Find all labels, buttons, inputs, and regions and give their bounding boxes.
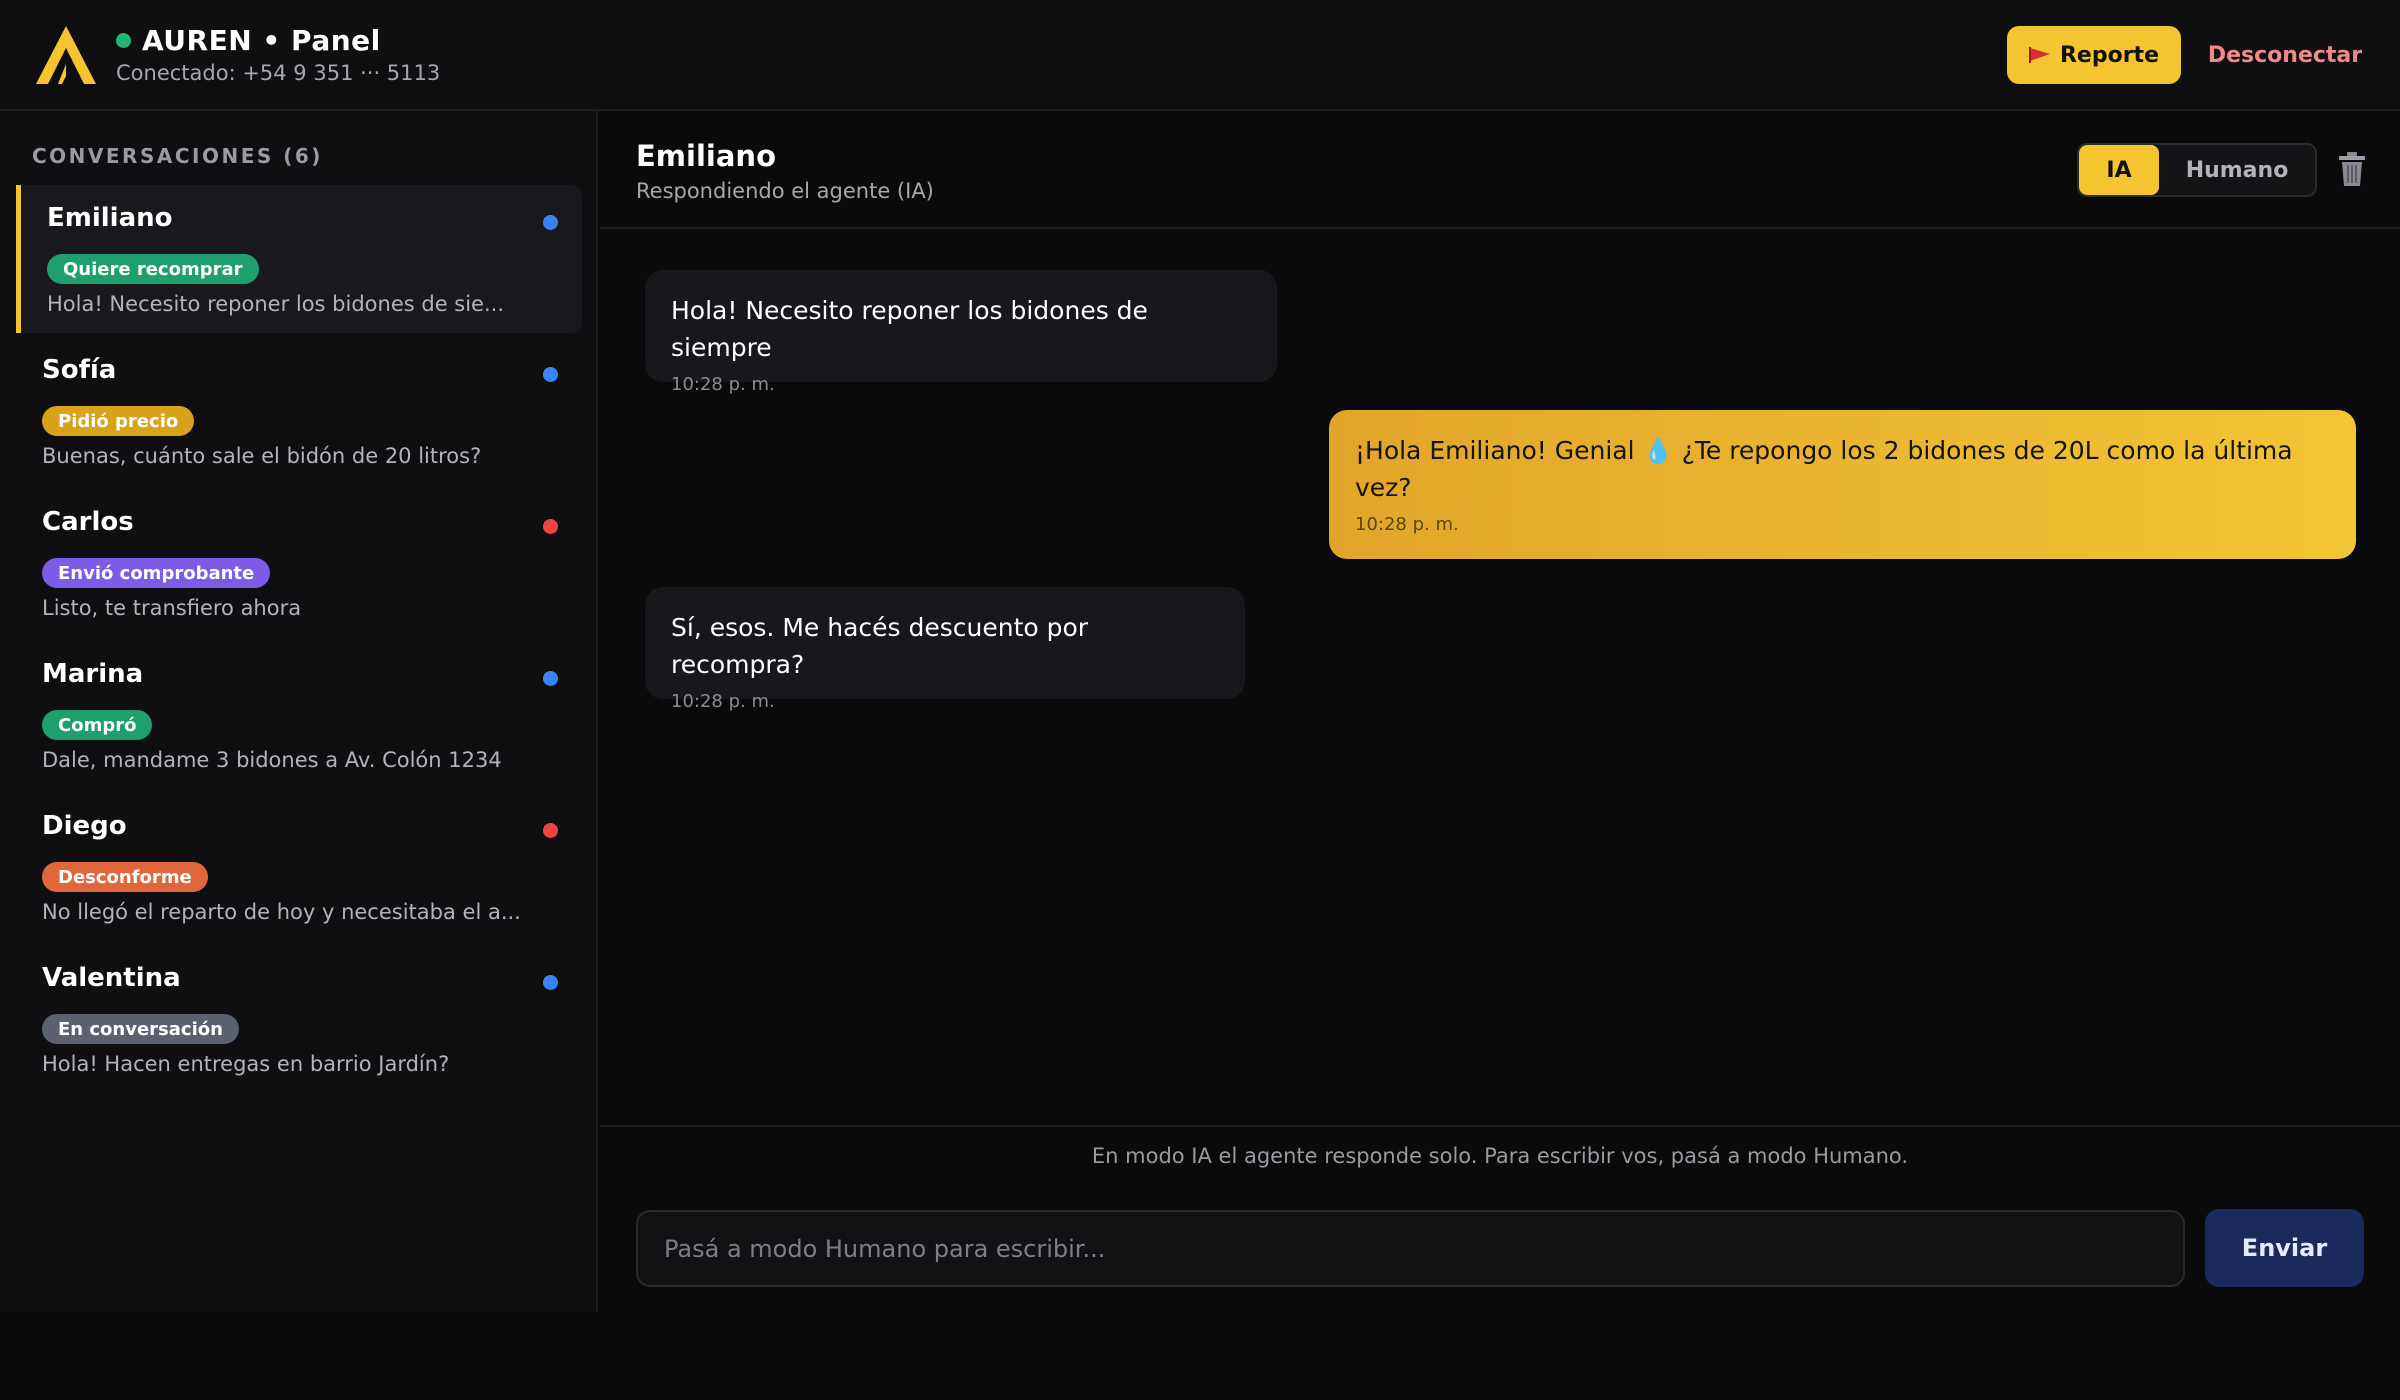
unread-dot: [543, 367, 558, 382]
conversation-tag: Compró: [42, 710, 153, 740]
report-button-label: Reporte: [2059, 42, 2159, 68]
conversation-preview: Dale, mandame 3 bidones a Av. Colón 1234: [42, 748, 502, 772]
mode-human-button[interactable]: Humano: [2159, 145, 2315, 195]
conversation-preview: Hola! Hacen entregas en barrio Jardín?: [42, 1052, 450, 1076]
conversation-item-carlos[interactable]: Carlos Envió comprobante Listo, te trans…: [16, 489, 582, 637]
conversation-name: Marina: [42, 659, 144, 689]
unread-dot: [543, 519, 558, 534]
conversation-tag: En conversación: [42, 1014, 239, 1044]
conversation-preview: Listo, te transfiero ahora: [42, 596, 302, 620]
conversation-item-valentina[interactable]: Valentina En conversación Hola! Hacen en…: [16, 945, 582, 1093]
logout-button[interactable]: Desconectar: [2200, 36, 2370, 74]
mode-toggle: IA Humano: [2077, 143, 2317, 197]
send-button[interactable]: Enviar: [2205, 1209, 2364, 1287]
connection-status: Conectado: +54 9 351 ··· 5113: [116, 61, 441, 85]
message-time: 10:28 p. m.: [1355, 514, 1459, 535]
online-status-dot: [116, 32, 131, 48]
conversation-tag: Pidió precio: [42, 406, 195, 436]
chat-status: Respondiendo el agente (IA): [636, 179, 934, 203]
conversation-name: Emiliano: [47, 203, 173, 233]
unread-dot: [543, 975, 558, 990]
mode-ia-button[interactable]: IA: [2079, 145, 2159, 195]
message-bubble-outgoing: ¡Hola Emiliano! Genial 💧 ¿Te repongo los…: [1329, 410, 2356, 559]
message-bubble-incoming: Hola! Necesito reponer los bidones de si…: [645, 270, 1277, 395]
conversation-name: Diego: [42, 811, 127, 841]
report-button[interactable]: Reporte: [2007, 26, 2181, 84]
message-bubble-incoming: Sí, esos. Me hacés descuento por recompr…: [645, 587, 1245, 712]
conversation-preview: Buenas, cuánto sale el bidón de 20 litro…: [42, 444, 482, 468]
unread-dot: [543, 215, 558, 230]
top-bar: AUREN • Panel Conectado: +54 9 351 ··· 5…: [0, 0, 2400, 111]
conversations-heading: CONVERSACIONES (6): [32, 144, 323, 168]
message-text: ¡Hola Emiliano! Genial 💧 ¿Te repongo los…: [1355, 436, 2293, 502]
conversation-tag: Envió comprobante: [42, 558, 271, 588]
mode-hint: En modo IA el agente responde solo. Para…: [1091, 1144, 1909, 1168]
message-time: 10:28 p. m.: [671, 691, 775, 712]
brand-block: AUREN • Panel Conectado: +54 9 351 ··· 5…: [116, 22, 440, 85]
conversation-item-diego[interactable]: Diego Desconforme No llegó el reparto de…: [16, 793, 582, 941]
conversation-item-emiliano[interactable]: Emiliano Quiere recomprar Hola! Necesito…: [16, 185, 582, 333]
conversation-tag: Desconforme: [42, 862, 208, 892]
message-text: Hola! Necesito reponer los bidones de si…: [671, 296, 1148, 362]
chat-header: Emiliano Respondiendo el agente (IA) IA …: [600, 111, 2400, 229]
chat-composer: En modo IA el agente responde solo. Para…: [600, 1125, 2400, 1312]
conversation-item-sofia[interactable]: Sofía Pidió precio Buenas, cuánto sale e…: [16, 337, 582, 485]
conversation-name: Sofía: [42, 355, 117, 385]
unread-dot: [543, 671, 558, 686]
conversation-name: Carlos: [42, 507, 134, 537]
conversation-preview: No llegó el reparto de hoy y necesitaba …: [42, 900, 521, 924]
trash-icon[interactable]: [2336, 151, 2368, 187]
conversation-name: Valentina: [42, 963, 181, 993]
message-time: 10:28 p. m.: [671, 374, 775, 395]
conversations-sidebar: CONVERSACIONES (6) Emiliano Quiere recom…: [0, 111, 598, 1312]
chat-contact-name: Emiliano: [636, 139, 776, 173]
unread-dot: [543, 823, 558, 838]
auren-logo-icon: [36, 26, 96, 84]
conversation-item-marina[interactable]: Marina Compró Dale, mandame 3 bidones a …: [16, 641, 582, 789]
message-input[interactable]: [636, 1210, 2185, 1287]
conversation-preview: Hola! Necesito reponer los bidones de si…: [47, 292, 505, 316]
message-text: Sí, esos. Me hacés descuento por recompr…: [671, 613, 1089, 679]
app-title: AUREN • Panel: [142, 23, 381, 57]
flag-icon: [2028, 47, 2050, 63]
conversation-tag: Quiere recomprar: [47, 254, 259, 284]
